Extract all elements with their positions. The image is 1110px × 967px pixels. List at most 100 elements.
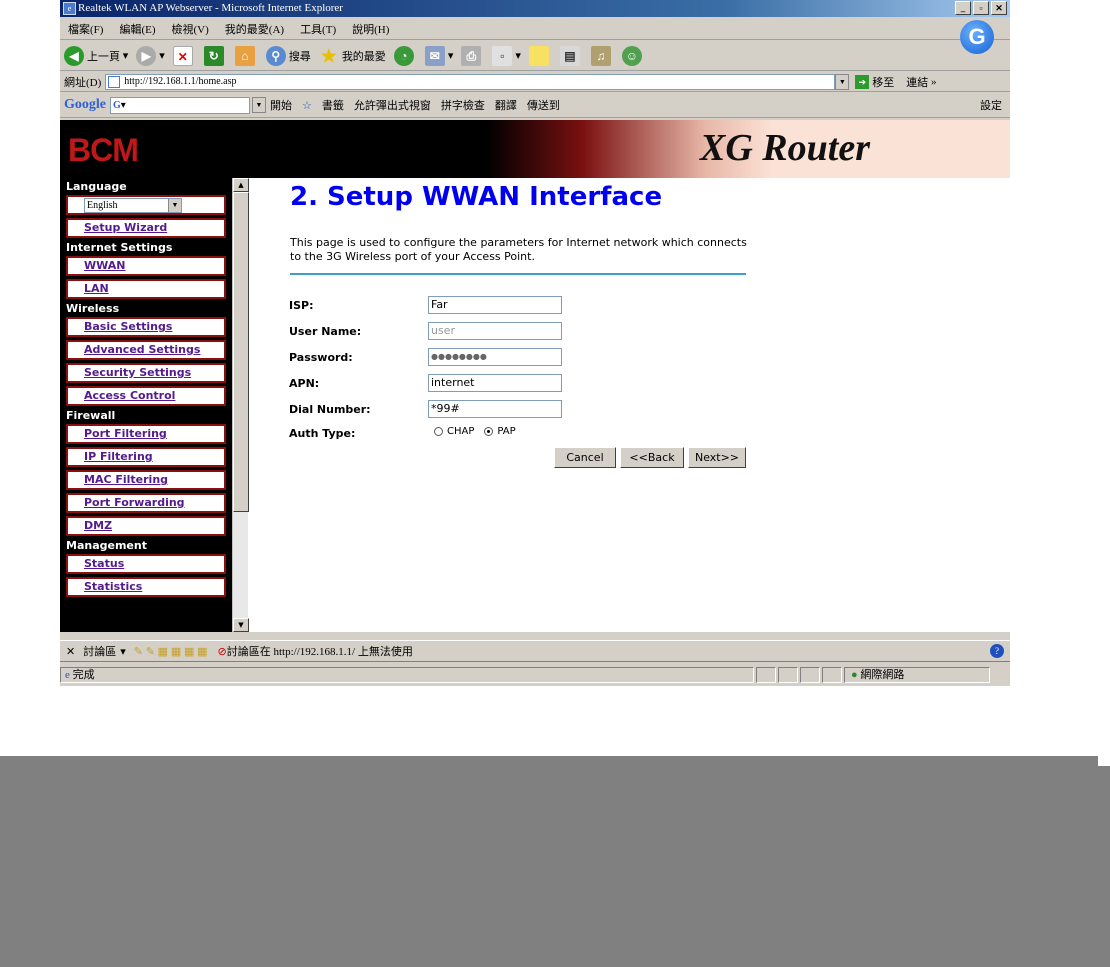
cancel-button[interactable]: Cancel: [554, 447, 616, 468]
google-start-button[interactable]: 開始: [270, 97, 292, 113]
username-label: User Name:: [289, 324, 362, 338]
history-icon: ◔: [393, 45, 414, 66]
sidebar: Language English ▼ Setup Wizard Internet …: [60, 178, 232, 632]
translate-button[interactable]: 翻譯: [495, 97, 517, 113]
sidebar-item-advanced-settings[interactable]: Advanced Settings: [66, 340, 226, 360]
scroll-down-icon[interactable]: ▼: [233, 618, 249, 632]
section-firewall: Firewall: [66, 409, 116, 422]
menu-edit[interactable]: 編輯(E): [119, 21, 155, 37]
help-icon[interactable]: ?: [990, 644, 1004, 658]
mail-icon: ✉: [424, 45, 445, 66]
discussion-tools-icon[interactable]: ✎ ✎ ▦ ▦ ▦ ▦: [134, 645, 208, 658]
title-bar: e Realtek WLAN AP Webserver - Microsoft …: [60, 0, 1010, 17]
sidebar-item-port-forwarding[interactable]: Port Forwarding: [66, 493, 226, 513]
menu-tools[interactable]: 工具(T): [300, 21, 336, 37]
maximize-button[interactable]: ▫: [973, 1, 989, 15]
go-button[interactable]: 移至: [872, 74, 894, 90]
sidebar-item-status[interactable]: Status: [66, 554, 226, 574]
google-bookmarks-button[interactable]: 書籤: [322, 97, 344, 113]
google-settings-button[interactable]: 設定: [980, 97, 1002, 113]
print-icon: ⎙: [461, 45, 482, 66]
sidebar-item-dmz[interactable]: DMZ: [66, 516, 226, 536]
sidebar-item-mac-filtering[interactable]: MAC Filtering: [66, 470, 226, 490]
discussion-label[interactable]: 討論區: [83, 643, 116, 659]
address-input[interactable]: http://192.168.1.1/home.asp: [105, 73, 836, 90]
research-button[interactable]: ▤: [559, 45, 583, 66]
discussion-close-icon[interactable]: ✕: [66, 645, 75, 658]
discussion-status: 討論區在 http://192.168.1.1/ 上無法使用: [226, 646, 413, 658]
sidebar-item-port-filtering[interactable]: Port Filtering: [66, 424, 226, 444]
isp-input[interactable]: Far: [428, 296, 562, 314]
apn-input[interactable]: internet: [428, 374, 562, 392]
menu-help[interactable]: 說明(H): [352, 21, 389, 37]
scroll-up-icon[interactable]: ▲: [233, 178, 249, 192]
standard-toolbar: ◀ 上一頁 ▾ ▶ ▾ ✕ ↻ ⌂ ⚲ 搜尋 ★ 我的最愛 ◔ ✉ ▾ ⎙ ▫ ▾ ▤ ♫ …: [60, 41, 1010, 71]
address-dropdown[interactable]: ▼: [835, 73, 850, 90]
spellcheck-button[interactable]: 拼字檢查: [441, 97, 485, 113]
product-name: XG Router: [700, 127, 870, 169]
print-button[interactable]: ⎙: [461, 45, 484, 66]
sidebar-item-lan[interactable]: LAN: [66, 279, 226, 299]
star-bookmark-icon[interactable]: ☆: [302, 99, 312, 112]
back-step-button[interactable]: <<Back: [620, 447, 684, 468]
stop-icon: ✕: [172, 45, 193, 66]
password-input[interactable]: ●●●●●●●●: [428, 348, 562, 366]
dial-number-input[interactable]: *99#: [428, 400, 562, 418]
auth-chap-label: CHAP: [447, 426, 475, 437]
router-banner: BCM XG Router: [60, 120, 1010, 178]
sidebar-item-security-settings[interactable]: Security Settings: [66, 363, 226, 383]
language-select-wrap: English ▼: [66, 195, 226, 215]
menu-file[interactable]: 檔案(F): [68, 21, 103, 37]
bcm-logo: BCM: [68, 132, 139, 168]
notes-button[interactable]: [528, 45, 552, 66]
sidebar-item-basic-settings[interactable]: Basic Settings: [66, 317, 226, 337]
google-logo: Google: [64, 97, 106, 112]
favorites-button[interactable]: ★ 我的最愛: [319, 46, 386, 66]
forward-button[interactable]: ▶ ▾: [136, 45, 165, 66]
research-icon: ▤: [559, 45, 580, 66]
google-search-input[interactable]: G▾: [110, 96, 250, 114]
send-to-button[interactable]: 傳送到: [527, 97, 560, 113]
auth-chap-radio[interactable]: [434, 427, 443, 436]
search-button[interactable]: ⚲ 搜尋: [265, 45, 311, 66]
isp-label: ISP:: [289, 298, 314, 312]
messenger-button[interactable]: ☺: [621, 45, 645, 66]
grey-region: [0, 756, 1098, 967]
stop-button[interactable]: ✕: [172, 45, 196, 66]
next-button[interactable]: Next>>: [688, 447, 746, 468]
auth-pap-radio[interactable]: [484, 427, 494, 436]
username-input[interactable]: user: [428, 322, 562, 340]
refresh-button[interactable]: ↻: [203, 45, 227, 66]
messenger-icon: ☺: [621, 45, 642, 66]
address-label: 網址(D): [64, 76, 102, 89]
menu-bar: 檔案(F) 編輯(E) 檢視(V) 我的最愛(A) 工具(T) 說明(H): [60, 18, 1010, 40]
main-content: 2. Setup WWAN Interface This page is use…: [250, 178, 1010, 632]
sidebar-item-ip-filtering[interactable]: IP Filtering: [66, 447, 226, 467]
back-button[interactable]: ◀ 上一頁 ▾: [64, 45, 128, 66]
globe-icon: ●: [851, 669, 858, 681]
google-search-dropdown[interactable]: ▼: [252, 97, 266, 113]
menu-view[interactable]: 檢視(V): [172, 21, 209, 37]
media-button[interactable]: ♫: [590, 45, 614, 66]
minimize-button[interactable]: _: [955, 1, 971, 15]
sidebar-item-setup-wizard[interactable]: Setup Wizard: [66, 218, 226, 238]
sidebar-item-access-control[interactable]: Access Control: [66, 386, 226, 406]
sidebar-item-wwan[interactable]: WWAN: [66, 256, 226, 276]
close-button[interactable]: ✕: [991, 1, 1007, 15]
home-button[interactable]: ⌂: [234, 45, 258, 66]
go-arrow-icon[interactable]: ➔: [855, 74, 870, 89]
language-select[interactable]: English ▼: [84, 198, 182, 213]
edit-button[interactable]: ▫ ▾: [492, 45, 521, 66]
sidebar-scrollbar[interactable]: ▲ ▼: [232, 178, 249, 632]
mail-button[interactable]: ✉ ▾: [424, 45, 453, 66]
edit-icon: ▫: [492, 45, 513, 66]
forward-arrow-icon: ▶: [136, 45, 157, 66]
links-button[interactable]: 連結: [906, 74, 928, 90]
history-button[interactable]: ◔: [393, 45, 417, 66]
media-icon: ♫: [590, 45, 611, 66]
popup-blocker-button[interactable]: 允許彈出式視窗: [354, 97, 431, 113]
sidebar-item-statistics[interactable]: Statistics: [66, 577, 226, 597]
zone-cell: ● 網際網路: [844, 667, 990, 683]
menu-favorites[interactable]: 我的最愛(A): [225, 21, 284, 37]
scroll-thumb[interactable]: [233, 192, 249, 512]
